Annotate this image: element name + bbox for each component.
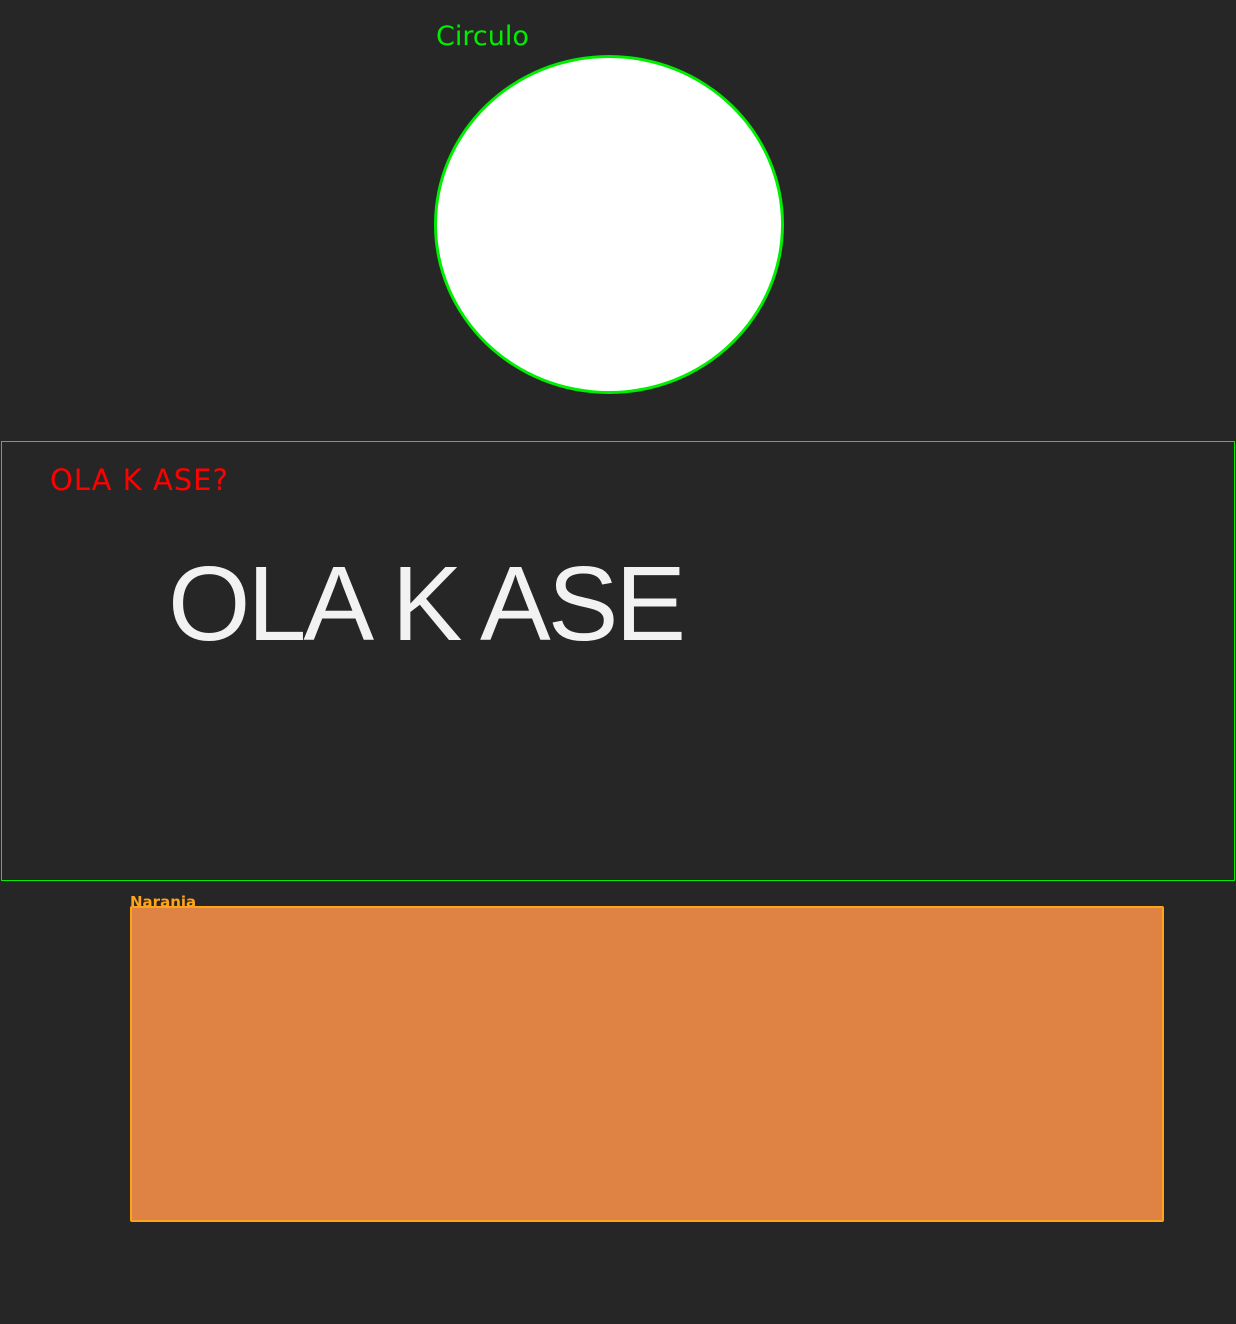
red-heading: OLA K ASE? <box>50 463 229 497</box>
large-heading: OLA K ASE <box>168 545 686 663</box>
rectangle-label: Naranja <box>130 894 197 906</box>
orange-rectangle <box>130 906 1164 1222</box>
white-circle <box>434 55 784 394</box>
drawing-canvas: Circulo OLA K ASE? OLA K ASE Naranja <box>0 0 1236 1324</box>
circle-label: Circulo <box>436 21 529 52</box>
